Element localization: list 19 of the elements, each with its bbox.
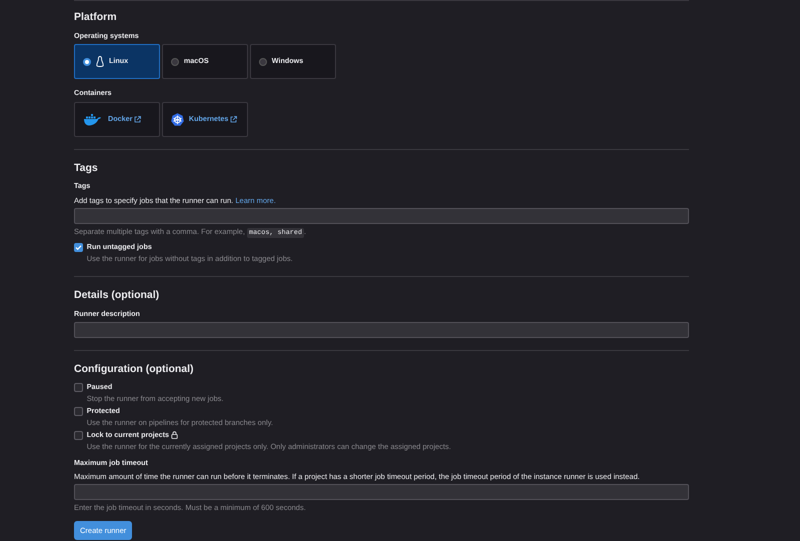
section-heading: Platform [74, 11, 118, 24]
radio-button[interactable] [83, 58, 91, 66]
section-heading: Tags [74, 162, 99, 174]
external-link-icon [230, 116, 238, 123]
section-heading: Details (optional) [74, 289, 160, 302]
helm-wheel-icon [170, 112, 184, 126]
radio-button[interactable] [258, 58, 267, 66]
tags-input-field[interactable] [74, 208, 689, 224]
external-link-icon [134, 116, 142, 123]
radio-button[interactable] [170, 58, 179, 66]
timeout-input-field[interactable] [74, 484, 689, 500]
checkbox[interactable] [74, 406, 83, 416]
penguin-icon [96, 56, 104, 68]
whale-icon [83, 112, 103, 126]
description-input-field[interactable] [74, 322, 689, 338]
checkbox[interactable] [74, 243, 83, 252]
section-heading: Configuration (optional) [74, 363, 195, 376]
checkbox[interactable] [74, 430, 83, 440]
checkbox[interactable] [74, 383, 83, 392]
